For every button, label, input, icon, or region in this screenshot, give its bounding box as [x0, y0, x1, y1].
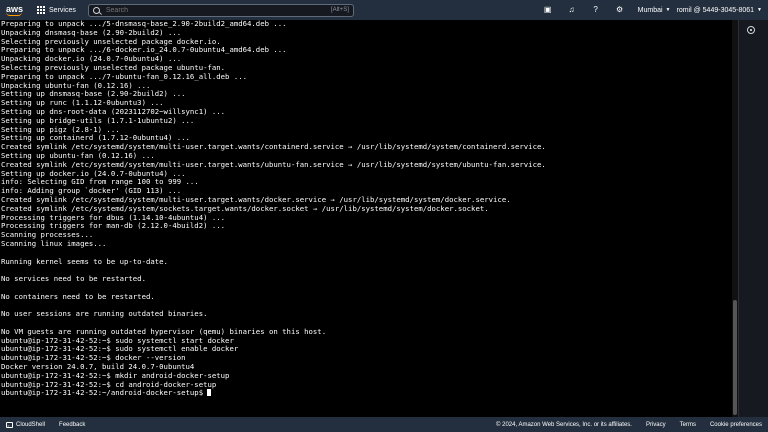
- search-shortcut-hint: [Alt+S]: [331, 7, 349, 13]
- cloudshell-icon[interactable]: ▣: [544, 6, 552, 14]
- footer-bar: >_ CloudShell Feedback © 2024, Amazon We…: [0, 417, 768, 432]
- search-box[interactable]: [Alt+S]: [87, 3, 354, 17]
- settings-gear-icon[interactable]: ⚙: [616, 6, 624, 14]
- help-icon[interactable]: ?: [592, 6, 600, 14]
- search-icon: [92, 6, 100, 14]
- grid-icon: [37, 6, 46, 14]
- terminal-icon: >_: [6, 421, 13, 428]
- terminal-output[interactable]: Preparing to unpack .../5-dnsmasq-base_2…: [0, 20, 738, 417]
- cookie-preferences-link[interactable]: Cookie preferences: [710, 422, 762, 428]
- region-label: Mumbai: [637, 6, 663, 14]
- account-label: romil @ 5449-3045-8061: [676, 6, 755, 14]
- terminal-line: No services need to be restarted.: [1, 274, 146, 284]
- scrollbar-thumb[interactable]: [733, 300, 737, 415]
- cloudshell-label: CloudShell: [16, 421, 46, 428]
- settings-icon[interactable]: [747, 26, 755, 34]
- nav-right-group: ▣ ♫ ? ⚙ Mumbai ▼ romil @ 5449-3045-8061 …: [536, 6, 762, 14]
- search-input[interactable]: [105, 6, 332, 14]
- terminal-line: No user sessions are running outdated bi…: [1, 309, 208, 319]
- region-selector[interactable]: Mumbai ▼: [638, 7, 671, 14]
- aws-logo-text: aws: [6, 3, 24, 14]
- cloudshell-button[interactable]: >_ CloudShell: [6, 421, 46, 428]
- terminal-line: Scanning linux images...: [1, 238, 107, 248]
- cloudshell-side-panel: [738, 20, 768, 417]
- terminal-cursor: [207, 389, 212, 397]
- copyright-text: © 2024, Amazon Web Services, Inc. or its…: [496, 421, 632, 428]
- terminal-line: Running kernel seems to be up-to-date.: [1, 256, 168, 266]
- chevron-down-icon: ▼: [757, 7, 762, 13]
- terminal-line: Scanning processes...: [1, 230, 94, 240]
- notifications-bell-icon[interactable]: ♫: [568, 6, 576, 14]
- terms-link[interactable]: Terms: [680, 422, 696, 428]
- terminal-line: Processing triggers for man-db (2.12.0-4…: [1, 221, 226, 231]
- feedback-link[interactable]: Feedback: [59, 422, 85, 428]
- terminal-line: No containers need to be restarted.: [1, 291, 155, 301]
- footer-right-group: © 2024, Amazon Web Services, Inc. or its…: [482, 422, 762, 428]
- services-label: Services: [49, 6, 76, 14]
- account-menu[interactable]: romil @ 5449-3045-8061 ▼: [677, 7, 763, 14]
- terminal-line: ubuntu@ip-172-31-42-52:~/android-docker-…: [1, 389, 738, 398]
- services-menu-button[interactable]: Services: [37, 6, 76, 14]
- aws-logo[interactable]: aws: [6, 3, 24, 16]
- chevron-down-icon: ▼: [665, 7, 671, 13]
- privacy-link[interactable]: Privacy: [646, 422, 666, 428]
- top-navigation-bar: aws Services [Alt+S] ▣ ♫ ? ⚙ Mumbai ▼ ro…: [0, 0, 768, 20]
